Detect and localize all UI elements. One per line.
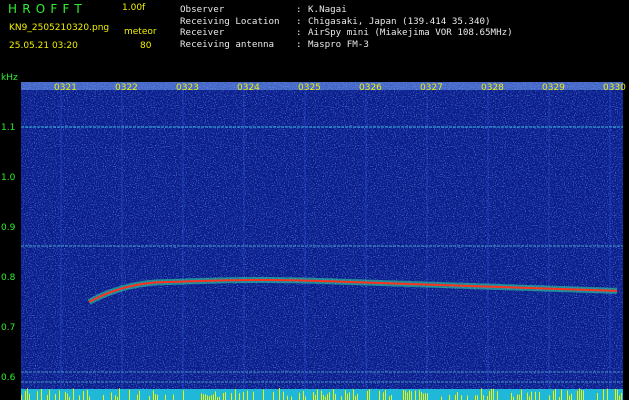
info-key: Receiving Location — [180, 15, 280, 27]
info-value: K.Nagai — [308, 4, 347, 15]
info-row-location: Receiving Location: Chigasaki, Japan (139… — [180, 16, 491, 27]
info-key: Receiving antenna — [180, 38, 275, 50]
y-tick-label: 1.1 — [1, 123, 16, 133]
spectrogram — [21, 82, 623, 400]
y-tick-label: 0.8 — [1, 273, 16, 283]
time-tick-label: 0321 — [54, 83, 77, 93]
info-row-antenna: Receiving antenna: Maspro FM-3 — [180, 39, 369, 50]
time-tick-label: 0327 — [420, 83, 443, 93]
y-tick-label: 0.9 — [1, 223, 16, 233]
info-colon: : — [296, 4, 302, 15]
time-tick-label: 0325 — [298, 83, 321, 93]
axis-unit: kHz — [1, 73, 18, 83]
time-tick-label: 0322 — [115, 83, 138, 93]
info-key: Receiver — [180, 27, 225, 38]
info-key: Observer — [180, 4, 225, 15]
mode-label: meteor — [124, 27, 157, 37]
info-row-receiver: Receiver: AirSpy mini (Miakejima VOR 108.… — [180, 27, 513, 38]
file-name: KN9_2505210320.png — [9, 23, 110, 33]
info-colon: : — [296, 27, 302, 38]
time-tick-label: 0323 — [176, 83, 199, 93]
info-colon: : — [296, 38, 302, 50]
time-tick-label: 0330 — [603, 83, 626, 93]
time-tick-label: 0328 — [481, 83, 504, 93]
mode-value: 80 — [140, 41, 152, 51]
info-value: Maspro FM-3 — [308, 38, 369, 50]
time-tick-label: 0329 — [542, 83, 565, 93]
date-time: 25.05.21 03:20 — [9, 41, 78, 51]
info-value: AirSpy mini (Miakejima VOR 108.65MHz) — [308, 27, 513, 38]
y-tick-label: 0.7 — [1, 323, 16, 333]
app-version: 1.00f — [122, 3, 146, 13]
y-tick-label: 0.6 — [1, 373, 16, 383]
spectrogram-canvas — [21, 82, 623, 400]
time-tick-label: 0326 — [359, 83, 382, 93]
time-tick-label: 0324 — [237, 83, 260, 93]
hrofft-window: HROFFT 1.00f KN9_2505210320.png meteor 2… — [0, 0, 629, 400]
info-value: Chigasaki, Japan (139.414 35.340) — [308, 15, 491, 27]
info-colon: : — [296, 15, 302, 27]
app-title: HROFFT — [8, 2, 87, 16]
info-row-observer: Observer: K.Nagai — [180, 4, 347, 15]
y-tick-label: 1.0 — [1, 173, 16, 183]
